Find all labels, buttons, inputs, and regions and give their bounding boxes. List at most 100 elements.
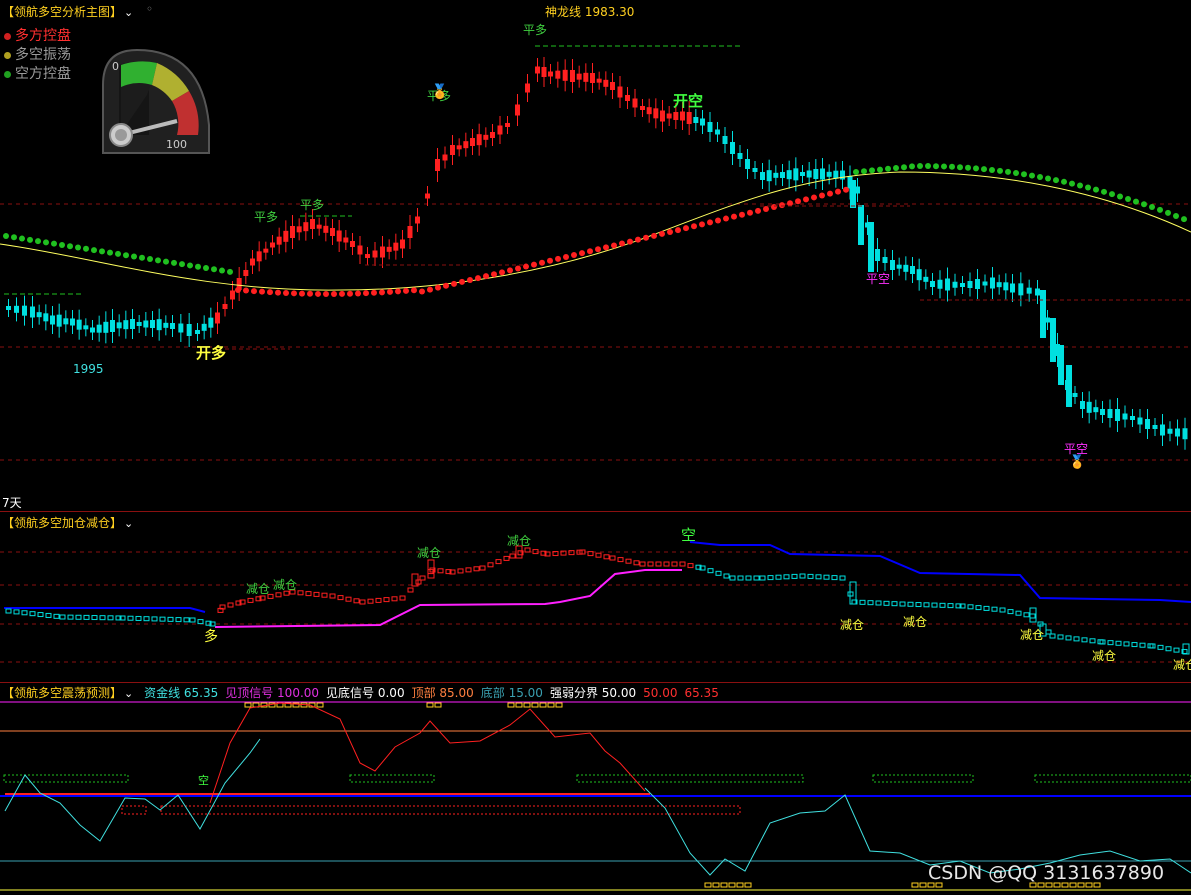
candle-body — [21, 610, 28, 616]
signal-pingduo-1: 平多 — [254, 210, 279, 224]
zhendang-title-text[interactable]: 【领航多空震荡预测】 — [2, 686, 122, 700]
zhendang-header: 【领航多空震荡预测】 ⌄ 资金线 65.35 见顶信号 100.00 见底信号 0.0… — [2, 684, 719, 701]
blue-line — [689, 541, 1191, 603]
candle-body — [1123, 641, 1130, 647]
candle-body — [383, 597, 390, 603]
candle-body — [222, 304, 228, 309]
red-band — [121, 805, 147, 815]
candle-body — [1050, 318, 1056, 362]
candle-body — [730, 142, 735, 154]
candle-body — [723, 573, 730, 579]
trend-dot — [827, 190, 833, 197]
trend-dot — [363, 290, 369, 297]
candle-body — [75, 614, 82, 620]
trend-dot — [619, 240, 625, 247]
trend-dot — [99, 248, 105, 255]
candle-body — [868, 222, 874, 272]
signal-kong: 空 — [681, 526, 697, 544]
jiacang-panel[interactable]: 【领航多空加仓减仓】 ⌄ 多 空 减仓 减仓 减仓 减仓 减仓 减仓 减仓 减仓 … — [0, 512, 1191, 682]
main-chart-title[interactable]: 【领航多空分析主图】 ⌄ — [2, 3, 133, 20]
candle-body — [1065, 635, 1072, 641]
candle-body — [470, 138, 475, 146]
candle-body — [1010, 283, 1015, 293]
candle-body — [1173, 647, 1180, 653]
candle-body — [617, 86, 623, 98]
trend-dot — [299, 290, 305, 297]
candle-body — [56, 314, 62, 327]
candle-body — [509, 553, 516, 559]
chevron-down-icon[interactable]: ⌄ — [124, 687, 133, 700]
signal-duo: 多 — [204, 629, 218, 645]
trend-dot — [307, 290, 313, 297]
trend-dot — [691, 223, 697, 230]
candle-body — [59, 614, 66, 620]
candle-body — [256, 251, 262, 262]
main-chart-panel[interactable]: 【领航多空分析主图】 ⌄ ◦ 神龙线 1983.30 多方控盘 多空振荡 空方控盘… — [0, 0, 1191, 511]
menu-icon[interactable]: ◦ — [146, 2, 153, 16]
shenlong-label: 神龙线 1983.30 — [545, 5, 635, 19]
jiacang-canvas[interactable] — [0, 512, 1191, 682]
chevron-down-icon[interactable]: ⌄ — [124, 6, 133, 19]
candle-body — [1015, 610, 1022, 616]
candle-body — [562, 69, 568, 81]
gold-ingot-icon: 🏅 — [1069, 455, 1086, 470]
signal-box — [523, 702, 531, 708]
candle-body — [463, 141, 469, 149]
candle-body — [693, 117, 699, 123]
candle-body — [996, 282, 1002, 288]
candle-body — [275, 592, 282, 598]
candle-body — [632, 98, 638, 108]
candle-body — [660, 110, 665, 122]
trend-dot — [795, 198, 801, 205]
candle-body — [800, 172, 805, 176]
candle-body — [859, 599, 866, 605]
signal-box — [531, 702, 539, 708]
signal-box — [547, 702, 555, 708]
trend-dot — [323, 290, 329, 297]
trend-dot — [683, 225, 689, 232]
candle-body — [189, 617, 196, 623]
candle-body — [1145, 419, 1150, 429]
chevron-down-icon[interactable]: ⌄ — [124, 517, 133, 530]
trend-dot — [579, 250, 585, 257]
trend-dot — [1029, 172, 1035, 179]
signal-box — [712, 882, 720, 888]
trend-dot — [675, 227, 681, 234]
candle-body — [197, 619, 204, 625]
trend-dot — [731, 213, 737, 220]
trend-dot — [747, 209, 753, 216]
candle-body — [91, 615, 98, 621]
candle-body — [991, 606, 998, 612]
candle-body — [127, 615, 134, 621]
candle-body — [783, 574, 790, 580]
trend-dot — [155, 257, 161, 264]
trend-dot — [379, 289, 385, 296]
trend-dot — [635, 236, 641, 243]
candle-body — [590, 73, 595, 83]
trend-dot — [659, 230, 665, 237]
candle-body — [1066, 365, 1072, 407]
candle-body — [722, 136, 728, 144]
candle-body — [793, 168, 799, 181]
candle-body — [150, 320, 155, 328]
signal-jiancang-3: 减仓 — [417, 546, 442, 560]
trend-dot — [595, 246, 601, 253]
trend-dot — [699, 221, 705, 228]
green-band — [1034, 774, 1191, 783]
trend-dot — [715, 217, 721, 224]
trend-dot — [763, 205, 769, 212]
candle-body — [687, 563, 694, 569]
candle-body — [967, 281, 973, 288]
candle-body — [50, 315, 55, 325]
jiacang-title[interactable]: 【领航多空加仓减仓】 ⌄ — [2, 514, 133, 531]
candle-body — [380, 246, 385, 258]
candle-body — [625, 558, 632, 564]
candle-body — [947, 603, 954, 609]
candle-body — [419, 575, 426, 581]
trend-dot — [1165, 209, 1171, 216]
candle-body — [400, 239, 405, 249]
candle-body — [163, 322, 169, 328]
candle-body — [303, 222, 309, 232]
candle-body — [737, 153, 743, 159]
candle-body — [937, 279, 943, 289]
